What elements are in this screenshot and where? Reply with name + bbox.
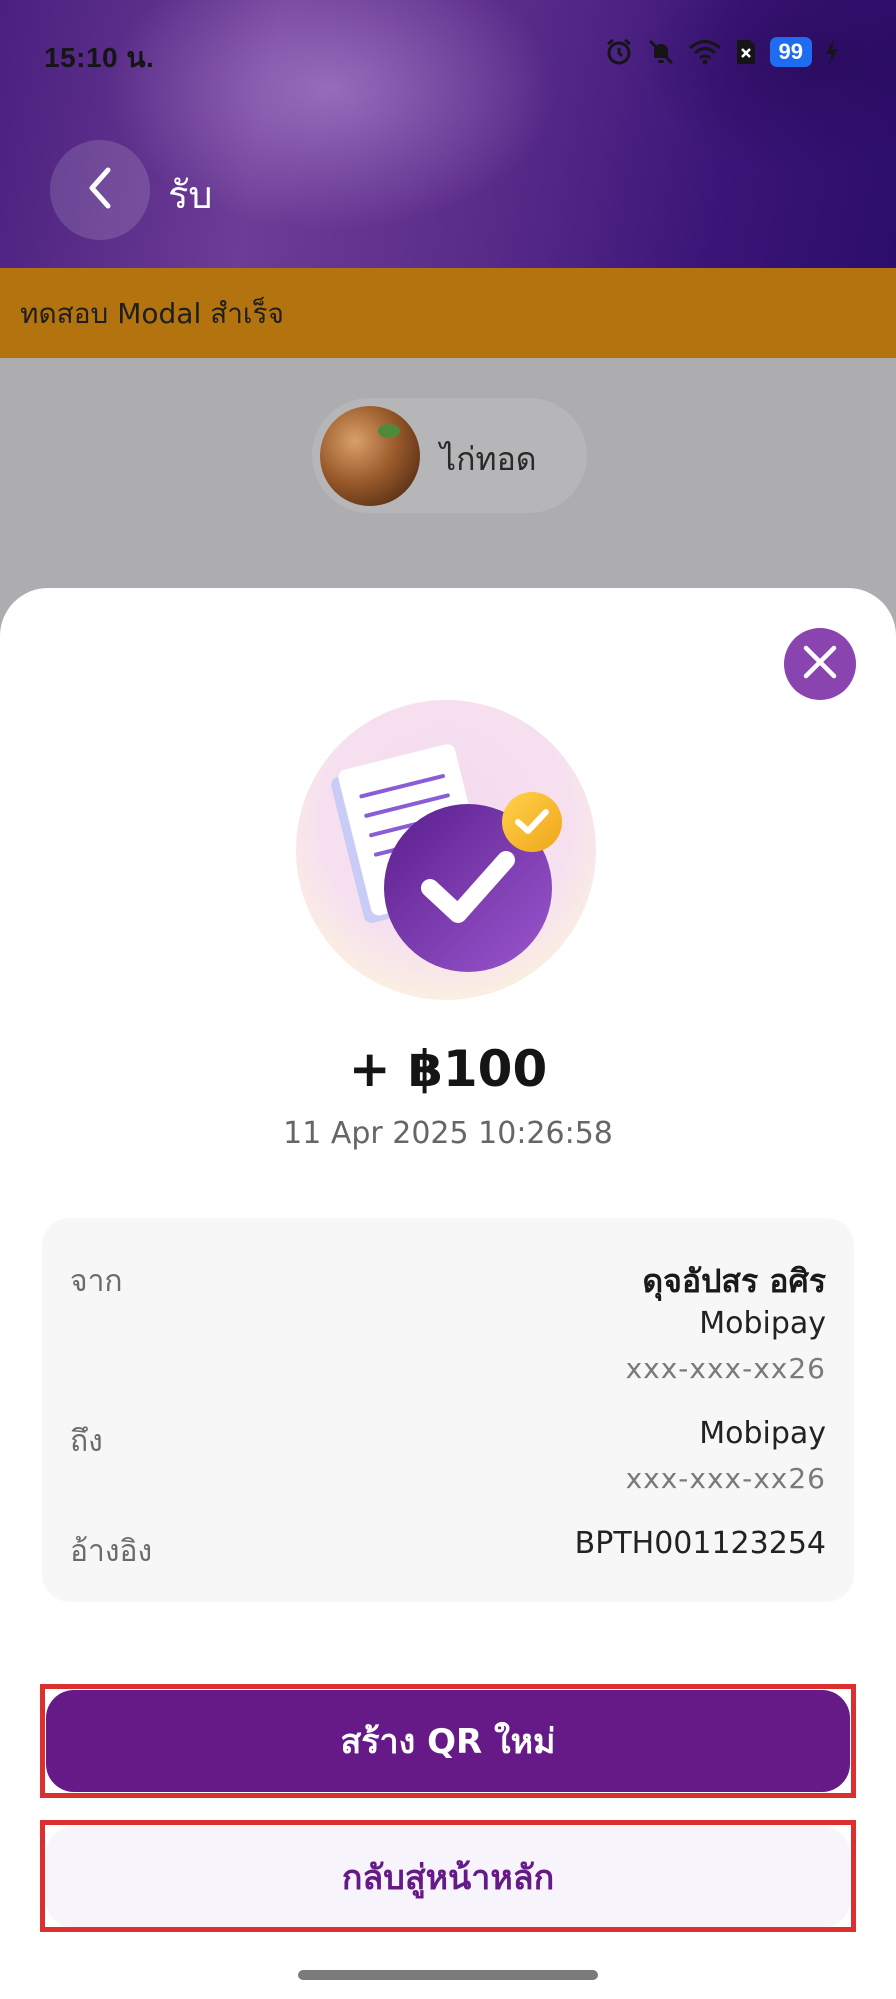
chevron-left-icon bbox=[80, 164, 120, 216]
to-label: ถึง bbox=[70, 1424, 103, 1459]
reference-value: BPTH001123254 bbox=[574, 1526, 826, 1561]
from-account: xxx-xxx-xx26 bbox=[625, 1352, 826, 1385]
bell-off-icon bbox=[646, 37, 676, 67]
from-name: ดุจอัปสร อศิร bbox=[642, 1262, 826, 1300]
merchant-avatar bbox=[320, 406, 420, 506]
close-button[interactable] bbox=[784, 628, 856, 700]
toast-text: ทดสอบ Modal สำเร็จ bbox=[20, 297, 284, 330]
wifi-icon bbox=[688, 37, 722, 67]
merchant-chip: ไก่ทอด bbox=[312, 398, 587, 513]
create-new-qr-button[interactable]: สร้าง QR ใหม่ bbox=[46, 1690, 850, 1792]
page-title: รับ bbox=[168, 173, 213, 217]
alarm-icon bbox=[604, 37, 634, 67]
success-illustration bbox=[296, 700, 596, 1000]
reference-label: อ้างอิง bbox=[70, 1534, 153, 1569]
to-bank: Mobipay bbox=[699, 1416, 826, 1451]
sim-x-icon bbox=[734, 37, 758, 67]
home-indicator[interactable] bbox=[298, 1970, 598, 1980]
back-button[interactable] bbox=[50, 140, 150, 240]
back-to-home-button[interactable]: กลับสู่หน้าหลัก bbox=[46, 1826, 850, 1928]
status-time: 15:10 น. bbox=[44, 42, 155, 73]
close-icon bbox=[800, 642, 840, 686]
app-header: 15:10 น. 99 รับ bbox=[0, 0, 896, 268]
charging-bolt-icon bbox=[824, 38, 840, 66]
from-bank: Mobipay bbox=[699, 1306, 826, 1341]
receipt-datetime: 11 Apr 2025 10:26:58 bbox=[283, 1116, 613, 1151]
receipt-amount: + ฿100 bbox=[348, 1040, 548, 1098]
status-icons: 99 bbox=[604, 34, 840, 70]
battery-icon: 99 bbox=[769, 37, 812, 67]
toast-banner: ทดสอบ Modal สำเร็จ bbox=[0, 268, 896, 358]
from-label: จาก bbox=[70, 1264, 123, 1299]
transaction-details: จาก ดุจอัปสร อศิร Mobipay xxx-xxx-xx26 ถ… bbox=[42, 1218, 854, 1602]
status-bar: 15:10 น. 99 bbox=[0, 0, 896, 100]
to-account: xxx-xxx-xx26 bbox=[625, 1462, 826, 1495]
merchant-label: ไก่ทอด bbox=[440, 440, 537, 478]
